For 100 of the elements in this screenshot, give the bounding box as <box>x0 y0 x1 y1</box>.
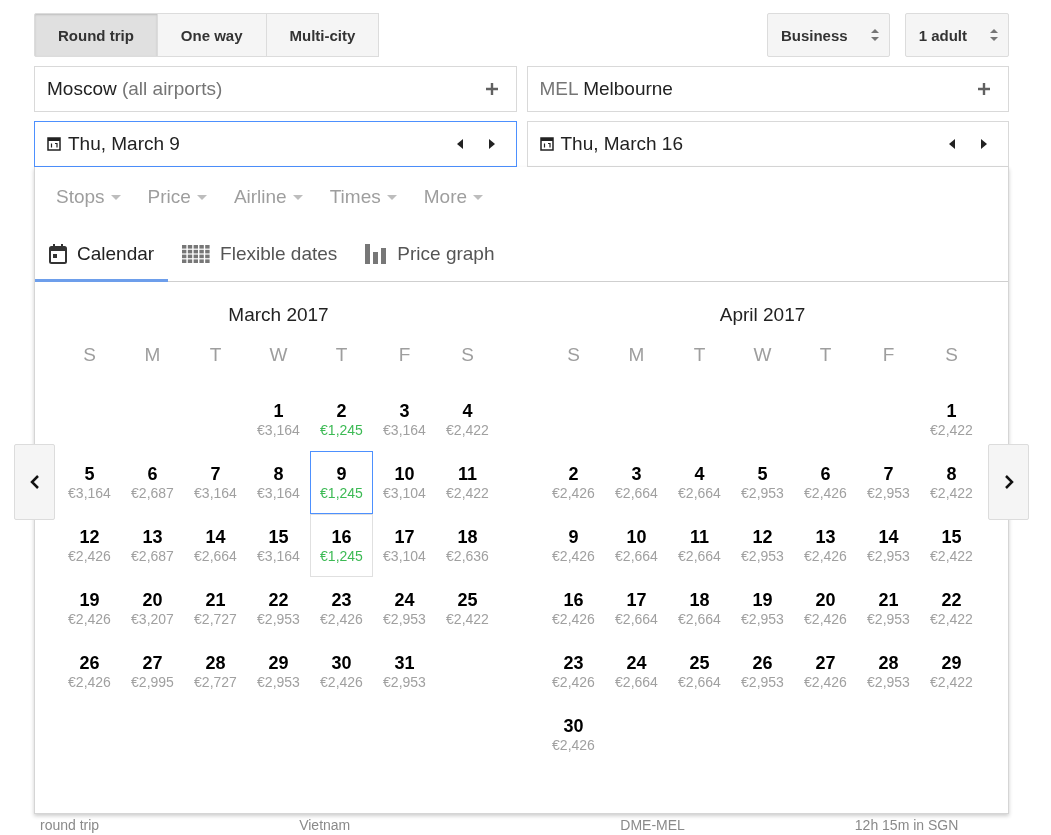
day-cell[interactable]: 19 €2,953 <box>731 577 794 640</box>
day-cell[interactable]: 26 €2,953 <box>731 640 794 703</box>
day-cell[interactable]: 13 €2,426 <box>794 514 857 577</box>
next-icon[interactable] <box>980 139 988 149</box>
day-number: 13 <box>142 526 163 548</box>
day-price: €2,953 <box>383 610 426 628</box>
day-cell[interactable]: 6 €2,426 <box>794 451 857 514</box>
day-cell[interactable]: 17 €3,104 <box>373 514 436 577</box>
caret-icon <box>386 194 397 200</box>
day-cell[interactable]: 21 €2,727 <box>184 577 247 640</box>
day-price: €3,164 <box>194 484 237 502</box>
day-cell[interactable]: 4 €2,422 <box>436 388 499 451</box>
day-cell[interactable]: 29 €2,953 <box>247 640 310 703</box>
trip-type-tab[interactable]: One way <box>156 13 267 57</box>
day-cell[interactable]: 20 €3,207 <box>121 577 184 640</box>
day-cell[interactable]: 16 €2,426 <box>542 577 605 640</box>
previous-icon[interactable] <box>948 139 956 149</box>
day-cell[interactable]: 7 €2,953 <box>857 451 920 514</box>
day-cell[interactable]: 8 €2,422 <box>920 451 983 514</box>
day-cell[interactable]: 25 €2,422 <box>436 577 499 640</box>
day-number: 12 <box>79 526 100 548</box>
day-cell[interactable]: 18 €2,664 <box>668 577 731 640</box>
day-number: 10 <box>394 463 415 485</box>
day-cell[interactable]: 16 €1,245 <box>310 514 373 577</box>
day-cell[interactable]: 15 €2,422 <box>920 514 983 577</box>
day-cell[interactable]: 12 €2,426 <box>58 514 121 577</box>
view-tab[interactable]: Calendar <box>35 243 169 282</box>
day-cell[interactable]: 17 €2,664 <box>605 577 668 640</box>
day-number: 11 <box>690 526 709 548</box>
day-cell[interactable]: 4 €2,664 <box>668 451 731 514</box>
day-number: 7 <box>210 463 221 485</box>
day-cell[interactable]: 13 €2,687 <box>121 514 184 577</box>
place-field[interactable]: MEL Melbourne <box>526 66 1009 112</box>
trip-type-tab[interactable]: Round trip <box>34 13 158 57</box>
day-cell[interactable]: 24 €2,664 <box>605 640 668 703</box>
day-cell[interactable]: 6 €2,687 <box>121 451 184 514</box>
day-cell[interactable]: 31 €2,953 <box>373 640 436 703</box>
day-cell[interactable]: 3 €2,664 <box>605 451 668 514</box>
day-cell[interactable]: 3 €3,164 <box>373 388 436 451</box>
day-cell[interactable]: 14 €2,953 <box>857 514 920 577</box>
day-cell[interactable]: 20 €2,426 <box>794 577 857 640</box>
day-cell[interactable]: 5 €3,164 <box>58 451 121 514</box>
day-price: €2,426 <box>320 610 363 628</box>
day-cell[interactable]: 29 €2,422 <box>920 640 983 703</box>
day-cell[interactable]: 22 €2,422 <box>920 577 983 640</box>
date-field[interactable]: Thu, March 16 <box>526 121 1009 167</box>
trip-type-tab[interactable]: Multi-city <box>265 13 380 57</box>
day-cell[interactable]: 8 €3,164 <box>247 451 310 514</box>
plus-icon[interactable] <box>978 83 990 95</box>
day-cell[interactable]: 30 €2,426 <box>310 640 373 703</box>
day-cell[interactable]: 14 €2,664 <box>184 514 247 577</box>
day-number: 6 <box>820 463 831 485</box>
date-field[interactable]: Thu, March 9 <box>34 121 517 167</box>
day-price: €2,687 <box>131 484 174 502</box>
day-price: €2,664 <box>615 484 658 502</box>
day-cell[interactable]: 27 €2,426 <box>794 640 857 703</box>
next-icon[interactable] <box>487 139 496 149</box>
day-cell[interactable]: 12 €2,953 <box>731 514 794 577</box>
day-cell[interactable]: 2 €1,245 <box>310 388 373 451</box>
month-title: March 2017 <box>227 304 330 327</box>
day-cell[interactable]: 21 €2,953 <box>857 577 920 640</box>
day-cell[interactable]: 30 €2,426 <box>542 703 605 766</box>
day-cell[interactable]: 1 €3,164 <box>247 388 310 451</box>
day-cell[interactable]: 10 €2,664 <box>605 514 668 577</box>
day-cell[interactable]: 28 €2,727 <box>184 640 247 703</box>
day-cell[interactable]: 23 €2,426 <box>310 577 373 640</box>
day-cell[interactable]: 10 €3,104 <box>373 451 436 514</box>
layover-text: 12h 15m in SGN <box>854 817 959 833</box>
day-cell[interactable]: 9 €2,426 <box>542 514 605 577</box>
day-cell[interactable]: 2 €2,426 <box>542 451 605 514</box>
day-cell[interactable]: 22 €2,953 <box>247 577 310 640</box>
day-cell[interactable]: 5 €2,953 <box>731 451 794 514</box>
day-cell[interactable]: 11 €2,664 <box>668 514 731 577</box>
day-cell[interactable]: 24 €2,953 <box>373 577 436 640</box>
day-number: 19 <box>79 589 100 611</box>
day-cell[interactable]: 9 €1,245 <box>310 451 373 514</box>
previous-icon[interactable] <box>455 139 464 149</box>
day-cell[interactable]: 19 €2,426 <box>58 577 121 640</box>
day-cell[interactable]: 28 €2,953 <box>857 640 920 703</box>
day-cell[interactable]: 25 €2,664 <box>668 640 731 703</box>
day-number: 18 <box>457 526 478 548</box>
day-cell[interactable]: 11 €2,422 <box>436 451 499 514</box>
day-number: 12 <box>752 526 773 548</box>
place-field[interactable]: Moscow (all airports) <box>34 66 517 112</box>
day-cell[interactable]: 23 €2,426 <box>542 640 605 703</box>
view-tab[interactable]: Flexible dates <box>168 243 352 282</box>
day-cell[interactable]: 18 €2,636 <box>436 514 499 577</box>
view-tab[interactable]: Price graph <box>351 243 509 282</box>
day-price: €2,664 <box>194 547 237 565</box>
day-cell[interactable]: 26 €2,426 <box>58 640 121 703</box>
day-cell[interactable]: 1 €2,422 <box>920 388 983 451</box>
passengers-select[interactable]: 1 adult <box>904 13 1009 57</box>
day-cell[interactable]: 27 €2,995 <box>121 640 184 703</box>
cabin-select[interactable]: Business <box>766 13 890 57</box>
day-cell[interactable]: 15 €3,164 <box>247 514 310 577</box>
caret-icon <box>473 194 484 200</box>
day-price: €2,664 <box>678 547 721 565</box>
plus-icon[interactable] <box>485 83 498 95</box>
day-number: 17 <box>626 589 647 611</box>
day-cell[interactable]: 7 €3,164 <box>184 451 247 514</box>
